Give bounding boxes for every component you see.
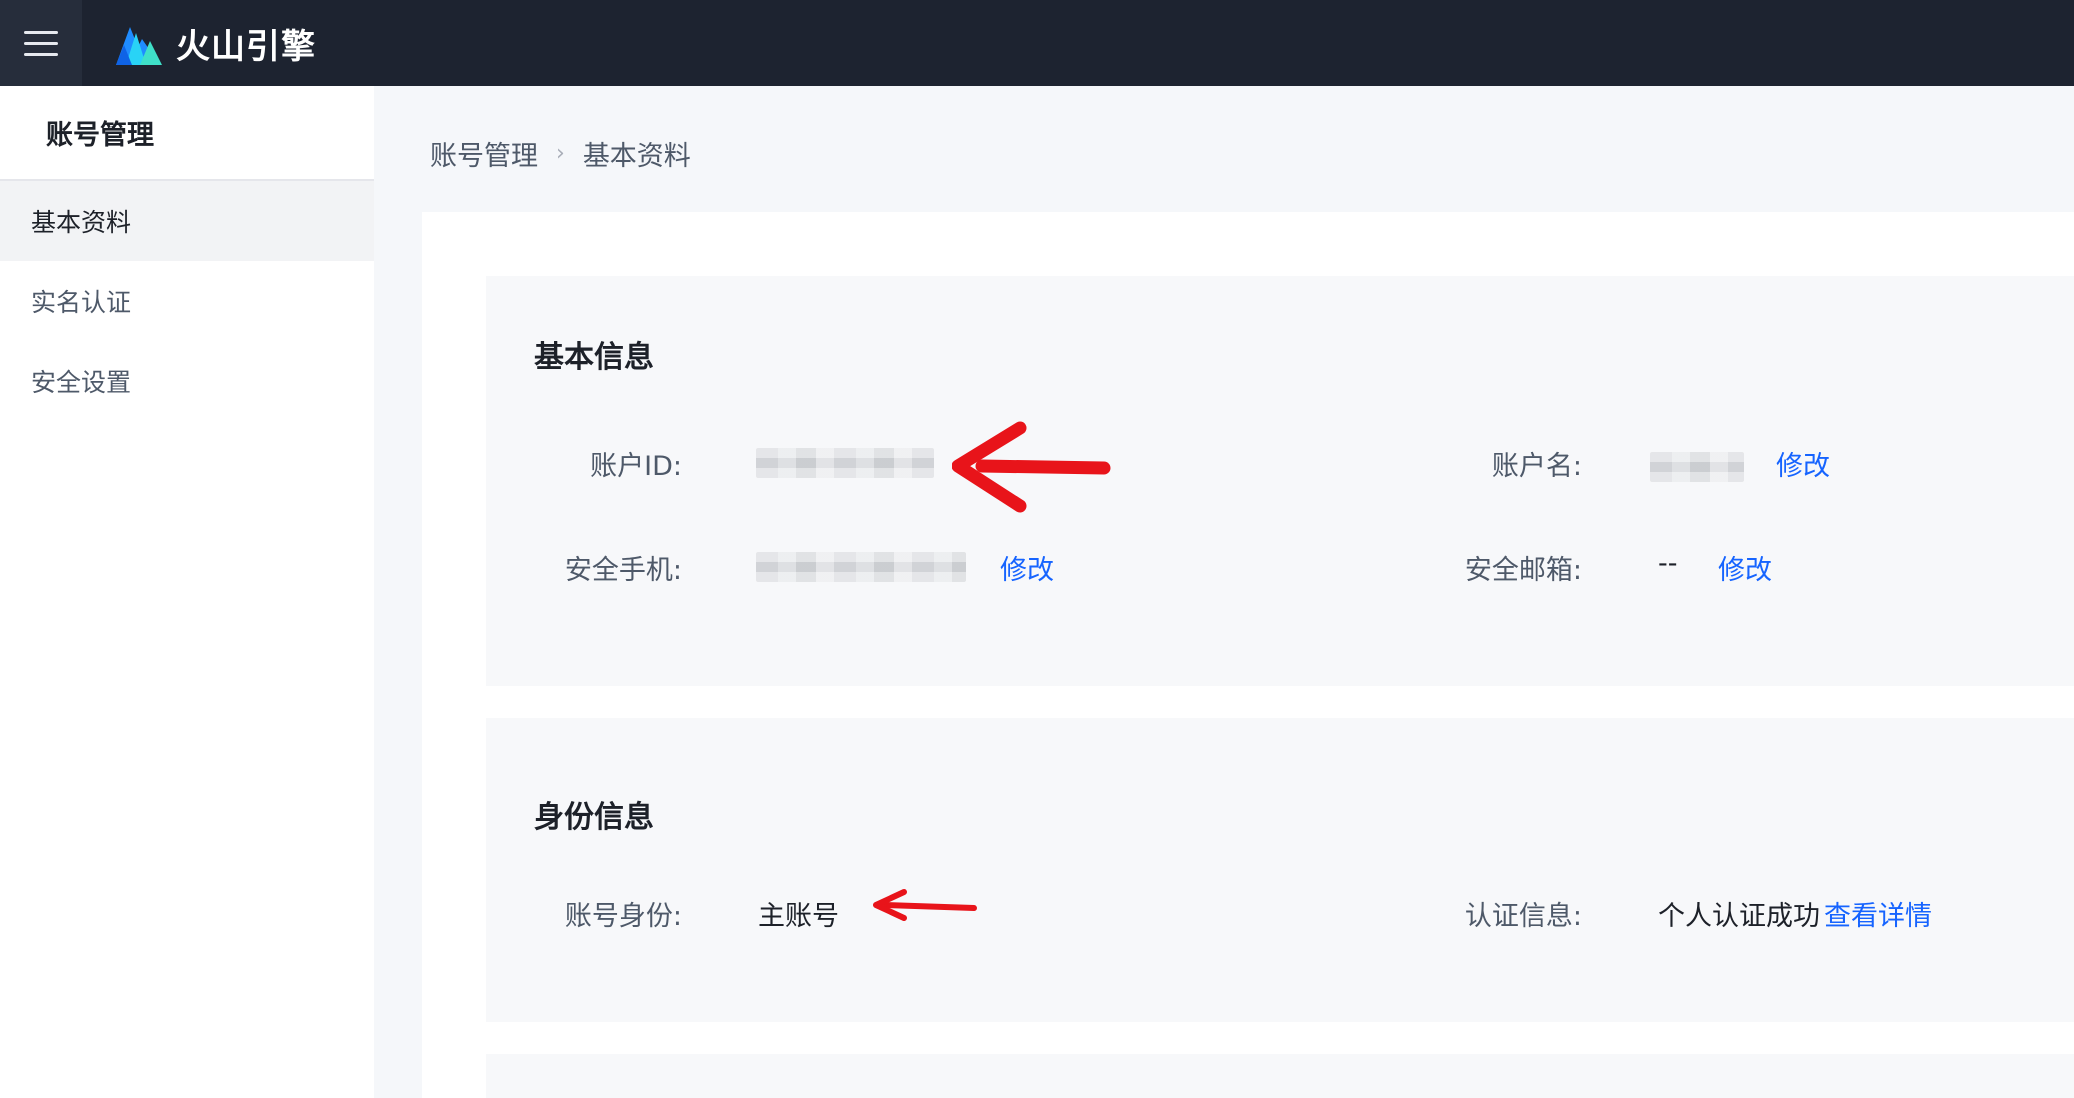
annotation-arrow-icon xyxy=(873,889,977,921)
sidebar-item-security-settings[interactable]: 安全设置 xyxy=(0,341,374,421)
breadcrumb-current: 基本资料 xyxy=(582,141,691,172)
account-id-label: 账户ID: xyxy=(590,451,682,482)
content-panel: 基本信息 账户ID: 账户名: 修改 安全手机: 修改 安全邮箱: -- 修改 … xyxy=(422,212,2074,1098)
account-role-value: 主账号 xyxy=(758,901,839,932)
top-navigation-bar: 火山引擎 xyxy=(0,0,2074,86)
cert-info-value: 个人认证成功 xyxy=(1658,901,1820,932)
menu-bar-line xyxy=(24,52,58,56)
security-email-label: 安全邮箱: xyxy=(1464,555,1582,586)
sidebar-item-basic-profile[interactable]: 基本资料 xyxy=(0,181,374,261)
security-email-edit-link[interactable]: 修改 xyxy=(1718,548,1772,587)
basic-info-card: 基本信息 账户ID: 账户名: 修改 安全手机: 修改 安全邮箱: -- 修改 xyxy=(486,276,2074,686)
main-content: 账号管理 › 基本资料 基本信息 账户ID: 账户名: 修改 安全手机: 修改 … xyxy=(374,86,2074,1098)
annotation-arrow-icon xyxy=(952,421,1111,513)
account-name-value-redacted xyxy=(1650,452,1744,482)
view-details-link[interactable]: 查看详情 xyxy=(1824,894,1932,933)
menu-bar-line xyxy=(24,41,58,45)
brand-name: 火山引擎 xyxy=(176,26,316,67)
security-email-value: -- xyxy=(1658,548,1678,579)
identity-info-title: 身份信息 xyxy=(534,800,654,835)
sidebar-title: 账号管理 xyxy=(0,86,374,181)
sidebar-item-real-name-verification[interactable]: 实名认证 xyxy=(0,261,374,341)
security-phone-label: 安全手机: xyxy=(564,555,682,586)
account-role-label: 账号身份: xyxy=(564,901,682,932)
hamburger-menu-icon[interactable] xyxy=(0,0,82,86)
chevron-right-icon: › xyxy=(556,141,565,166)
account-name-label: 账户名: xyxy=(1491,451,1582,482)
volcano-logo-icon xyxy=(116,27,162,65)
identity-info-card: 身份信息 账号身份: 主账号 认证信息: 个人认证成功 查看详情 xyxy=(486,718,2074,1022)
security-phone-edit-link[interactable]: 修改 xyxy=(1000,548,1054,587)
menu-bar-line xyxy=(24,30,58,34)
security-phone-value-redacted xyxy=(756,552,966,582)
account-id-value-redacted xyxy=(756,448,934,478)
account-name-edit-link[interactable]: 修改 xyxy=(1776,444,1830,483)
cert-info-label: 认证信息: xyxy=(1464,901,1582,932)
breadcrumb-parent[interactable]: 账号管理 xyxy=(430,134,538,173)
brand-logo[interactable]: 火山引擎 xyxy=(112,19,316,68)
sidebar: 账号管理 基本资料 实名认证 安全设置 xyxy=(0,86,374,1098)
breadcrumb: 账号管理 › 基本资料 xyxy=(430,134,691,173)
next-card xyxy=(486,1054,2074,1098)
basic-info-title: 基本信息 xyxy=(534,340,654,375)
